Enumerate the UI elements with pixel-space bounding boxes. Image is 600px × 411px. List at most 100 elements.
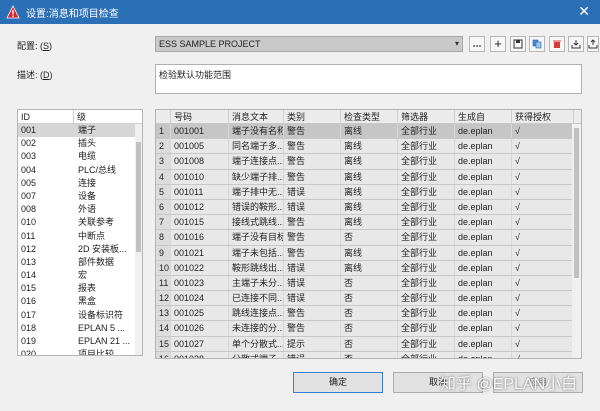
table-row[interactable]: 15 001027 单个分散式... 提示否全部行业 de.eplan √ xyxy=(156,336,581,352)
category-list-item[interactable]: 014 宏 xyxy=(18,269,142,282)
category-list-item[interactable]: 007 设备 xyxy=(18,190,142,203)
column-header-category[interactable]: 类别 xyxy=(284,110,341,123)
category-list-item[interactable]: 011 中断点 xyxy=(18,230,142,243)
row-number-cell: 13 xyxy=(156,306,171,321)
column-header-check-type[interactable]: 检查类型 xyxy=(341,110,398,123)
import-button[interactable] xyxy=(568,36,584,52)
more-button[interactable] xyxy=(469,36,485,52)
export-button[interactable] xyxy=(587,36,599,52)
column-header-row-number xyxy=(156,110,171,123)
copy-button[interactable] xyxy=(529,36,545,52)
save-button[interactable] xyxy=(510,36,526,52)
licensed-cell[interactable]: √ xyxy=(512,215,574,230)
message-text-cell: 端子连接点... xyxy=(229,154,284,169)
category-id: 015 xyxy=(21,283,37,294)
scrollbar-thumb[interactable] xyxy=(574,128,579,278)
category-list[interactable]: ID 级 001 端子 002 插头 003 电缆 004 PLC/总线 005 连接 007 设备 0… xyxy=(17,109,143,356)
check-type-cell: 否 xyxy=(341,321,398,336)
licensed-cell[interactable]: √ xyxy=(512,275,574,291)
message-text-cell: 跳线连接点... xyxy=(229,306,284,321)
close-icon[interactable]: ✕ xyxy=(578,3,590,19)
table-row[interactable]: 5 001011 端子排中无... 错误 离线 全部行业 de.eplan √ xyxy=(156,184,581,200)
table-row[interactable]: 11 001023 主端子未分... 错误否全部行业 de.eplan √ xyxy=(156,275,581,292)
licensed-cell[interactable]: √ xyxy=(512,124,574,139)
row-number-cell: 6 xyxy=(156,199,171,215)
category-list-item[interactable]: 004 PLC/总线 xyxy=(18,164,142,177)
category-name: 设备 xyxy=(78,190,97,201)
category-list-item[interactable]: 008 外语 xyxy=(18,203,142,216)
licensed-cell[interactable]: √ xyxy=(512,199,574,215)
table-row[interactable]: 6 001012 错误的鞍形... 错误 离线 全部行业 de.eplan √ xyxy=(156,199,581,216)
scheme-label: 配置: (S) xyxy=(17,39,52,52)
filter-cell: 全部行业 xyxy=(398,124,455,139)
message-number-cell: 001027 xyxy=(171,336,229,351)
licensed-cell[interactable]: √ xyxy=(512,291,574,306)
column-header-id[interactable]: ID xyxy=(18,110,74,123)
row-number-cell: 9 xyxy=(156,245,171,260)
grid-scrollbar[interactable] xyxy=(572,124,581,358)
message-grid[interactable]: 号码 消息文本 类别 检查类型 筛选器 生成自 获得授权 1 001001 端子没有… xyxy=(155,109,582,359)
table-row[interactable]: 8 001016 端子没有目标 警告否全部行业 de.eplan √ xyxy=(156,230,581,246)
category-list-item[interactable]: 017 设备标识符 xyxy=(18,309,142,322)
message-category-cell: 错误 xyxy=(284,199,341,215)
message-category-cell: 警告 xyxy=(284,154,341,169)
table-row[interactable]: 10 001022 鞍形跳线出... 错误 离线 全部行业 de.eplan √ xyxy=(156,260,581,276)
category-list-scrollbar[interactable] xyxy=(135,124,142,355)
licensed-cell[interactable]: √ xyxy=(512,184,574,199)
table-row[interactable]: 9 001021 端子未包括... 警告 离线 全部行业 de.eplan √ xyxy=(156,245,581,261)
table-row[interactable]: 7 001015 接线式跳线... 警告 离线 全部行业 de.eplan √ xyxy=(156,215,581,231)
message-number-cell: 001022 xyxy=(171,260,229,275)
table-row[interactable]: 4 001010 缺少端子排... 警告 离线 全部行业 de.eplan √ xyxy=(156,169,581,185)
licensed-cell[interactable]: √ xyxy=(512,321,574,336)
check-type-cell: 离线 xyxy=(341,215,398,230)
category-list-item[interactable]: 013 部件数据 xyxy=(18,256,142,269)
category-name: 2D 安装板... xyxy=(78,243,127,254)
delete-button[interactable] xyxy=(549,36,565,52)
table-row[interactable]: 3 001008 端子连接点... 警告 离线 全部行业 de.eplan √ xyxy=(156,154,581,170)
column-header-message-text[interactable]: 消息文本 xyxy=(229,110,284,123)
scrollbar-thumb[interactable] xyxy=(136,142,141,252)
table-row[interactable]: 16 001028 分散式端子... 错误否全部行业 de.eplan √ xyxy=(156,351,581,358)
category-id: 016 xyxy=(21,296,37,307)
scheme-dropdown[interactable]: ESS SAMPLE PROJECT ▾ xyxy=(155,36,463,52)
category-name: 报表 xyxy=(78,283,97,294)
licensed-cell[interactable]: √ xyxy=(512,351,574,358)
generated-by-cell: de.eplan xyxy=(455,215,512,230)
category-list-item[interactable]: 016 黑盒 xyxy=(18,295,142,308)
category-list-item[interactable]: 010 关联参考 xyxy=(18,216,142,229)
table-row[interactable]: 14 001026 未连接的分... 警告否全部行业 de.eplan √ xyxy=(156,321,581,337)
category-list-item[interactable]: 005 连接 xyxy=(18,177,142,190)
table-row[interactable]: 13 001025 跳线连接点... 警告否全部行业 de.eplan √ xyxy=(156,306,581,322)
column-header-level[interactable]: 级 xyxy=(74,110,86,123)
category-list-item[interactable]: 018 EPLAN 5 ... xyxy=(18,322,142,335)
category-list-item[interactable]: 020 项目比较 xyxy=(18,348,142,355)
category-list-item[interactable]: 001 端子 xyxy=(18,124,142,138)
column-header-filter[interactable]: 筛选器 xyxy=(398,110,455,123)
chevron-down-icon: ▾ xyxy=(454,39,459,48)
table-row[interactable]: 12 001024 已连接不同... 错误否全部行业 de.eplan √ xyxy=(156,291,581,307)
licensed-cell[interactable]: √ xyxy=(512,169,574,184)
column-header-generated-by[interactable]: 生成自 xyxy=(455,110,512,123)
category-list-item[interactable]: 012 2D 安装板... xyxy=(18,243,142,256)
filter-cell: 全部行业 xyxy=(398,139,455,154)
licensed-cell[interactable]: √ xyxy=(512,230,574,245)
licensed-cell[interactable]: √ xyxy=(512,139,574,154)
category-list-item[interactable]: 002 插头 xyxy=(18,137,142,150)
column-header-licensed[interactable]: 获得授权 xyxy=(512,110,574,123)
category-list-item[interactable]: 003 电缆 xyxy=(18,150,142,163)
licensed-cell[interactable]: √ xyxy=(512,154,574,169)
licensed-cell[interactable]: √ xyxy=(512,336,574,351)
category-list-item[interactable]: 019 EPLAN 21 ... xyxy=(18,335,142,348)
category-name: 连接 xyxy=(78,177,97,188)
column-header-number[interactable]: 号码 xyxy=(171,110,229,123)
description-input[interactable]: 检验默认功能范围 xyxy=(155,64,582,94)
licensed-cell[interactable]: √ xyxy=(512,260,574,275)
category-list-item[interactable]: 015 报表 xyxy=(18,282,142,295)
table-row[interactable]: 2 001005 同名端子多... 警告 离线 全部行业 de.eplan √ xyxy=(156,139,581,155)
licensed-cell[interactable]: √ xyxy=(512,306,574,321)
table-row[interactable]: 1 001001 端子没有名称 警告 离线 全部行业 de.eplan √ xyxy=(156,124,581,140)
licensed-cell[interactable]: √ xyxy=(512,245,574,260)
new-button[interactable]: + xyxy=(490,36,506,52)
row-number-cell: 3 xyxy=(156,154,171,169)
ok-button[interactable]: 确定 xyxy=(293,372,383,393)
